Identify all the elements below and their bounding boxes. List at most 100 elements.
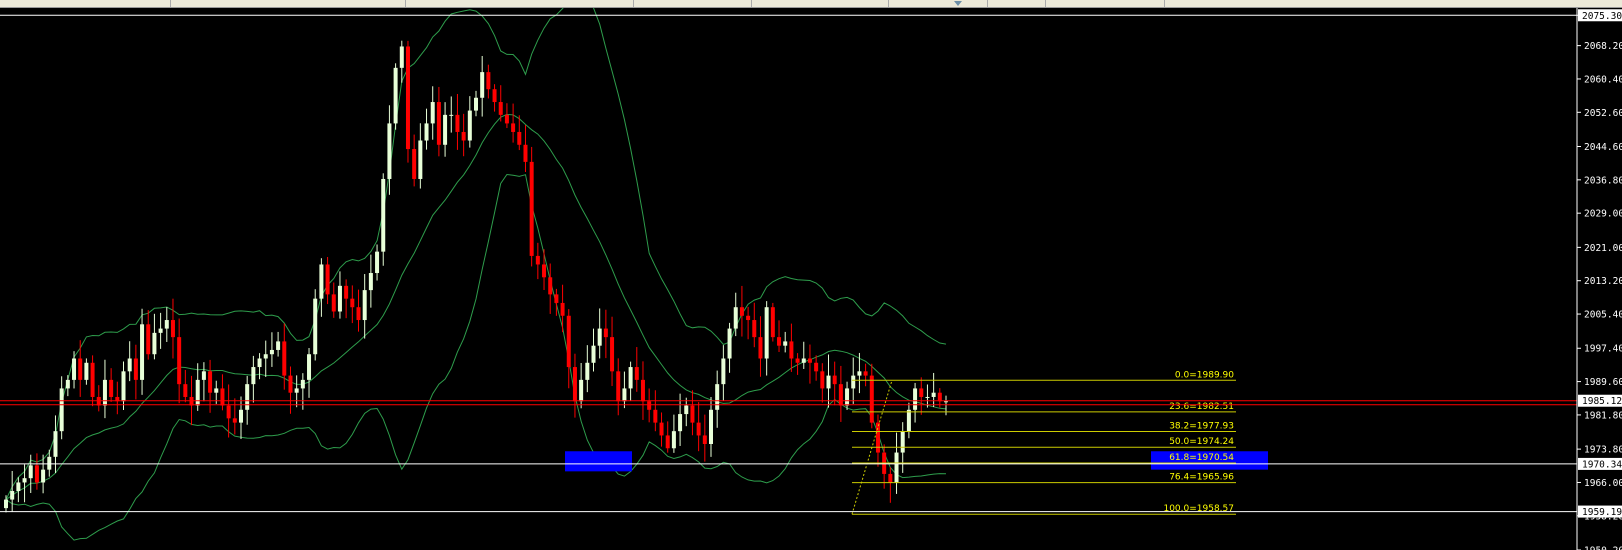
candle-bearish[interactable]: [659, 422, 664, 436]
candle-bullish[interactable]: [158, 328, 163, 333]
candle-bullish[interactable]: [387, 123, 392, 179]
candle-bearish[interactable]: [807, 358, 812, 363]
candle-bearish[interactable]: [554, 294, 559, 303]
candle-bearish[interactable]: [752, 320, 757, 338]
candle-bearish[interactable]: [690, 405, 695, 423]
candle-bullish[interactable]: [245, 384, 250, 410]
candle-bullish[interactable]: [10, 491, 15, 500]
candle-bullish[interactable]: [579, 379, 584, 402]
candle-bearish[interactable]: [610, 337, 615, 372]
candle-bullish[interactable]: [164, 320, 169, 329]
candle-bearish[interactable]: [832, 375, 837, 385]
candle-bearish[interactable]: [548, 277, 553, 295]
candle-bullish[interactable]: [269, 349, 274, 355]
candle-bearish[interactable]: [220, 388, 225, 406]
candle-bearish[interactable]: [325, 264, 330, 295]
candle-bullish[interactable]: [307, 354, 312, 380]
candle-bearish[interactable]: [665, 435, 670, 449]
candle-bullish[interactable]: [845, 388, 850, 406]
candle-bearish[interactable]: [170, 320, 175, 338]
candle-bullish[interactable]: [597, 328, 602, 346]
candle-bearish[interactable]: [183, 384, 188, 397]
candle-bearish[interactable]: [177, 337, 182, 385]
candle-bearish[interactable]: [517, 131, 522, 145]
candle-bullish[interactable]: [294, 388, 299, 393]
candle-bearish[interactable]: [208, 371, 213, 393]
candle-bearish[interactable]: [566, 315, 571, 368]
candle-bullish[interactable]: [41, 469, 46, 483]
candle-bearish[interactable]: [146, 324, 151, 355]
candle-bearish[interactable]: [603, 328, 608, 338]
candle-bearish[interactable]: [820, 371, 825, 389]
candle-bearish[interactable]: [455, 114, 460, 132]
candle-bearish[interactable]: [350, 298, 355, 308]
candle-bearish[interactable]: [777, 337, 782, 346]
candle-bullish[interactable]: [628, 367, 633, 389]
chart-shift-marker-icon[interactable]: [954, 1, 962, 6]
candle-bearish[interactable]: [282, 341, 287, 376]
candle-bearish[interactable]: [492, 89, 497, 103]
candle-bearish[interactable]: [814, 362, 819, 372]
candle-bullish[interactable]: [201, 371, 206, 380]
candle-bullish[interactable]: [319, 264, 324, 299]
candle-bullish[interactable]: [300, 379, 305, 389]
candle-bearish[interactable]: [739, 307, 744, 316]
candle-bearish[interactable]: [90, 362, 95, 397]
candle-bullish[interactable]: [195, 379, 200, 406]
candle-bearish[interactable]: [78, 358, 83, 380]
candle-bullish[interactable]: [585, 362, 590, 380]
candle-bullish[interactable]: [127, 358, 132, 372]
candle-bullish[interactable]: [251, 367, 256, 385]
candle-bearish[interactable]: [616, 371, 621, 402]
candle-bearish[interactable]: [412, 149, 417, 179]
candle-bullish[interactable]: [715, 384, 720, 410]
candle-bearish[interactable]: [331, 294, 336, 312]
candle-bullish[interactable]: [121, 371, 126, 402]
candle-bullish[interactable]: [16, 482, 21, 492]
candle-bullish[interactable]: [925, 396, 930, 398]
candle-bearish[interactable]: [498, 102, 503, 115]
candle-bullish[interactable]: [375, 251, 380, 274]
candle-bearish[interactable]: [461, 131, 466, 141]
candle-bullish[interactable]: [931, 392, 936, 397]
candle-bullish[interactable]: [28, 465, 33, 479]
candle-bullish[interactable]: [894, 452, 899, 483]
candle-bearish[interactable]: [647, 401, 652, 410]
candle-bullish[interactable]: [59, 388, 64, 432]
candle-bearish[interactable]: [702, 435, 707, 444]
candle-bullish[interactable]: [362, 290, 367, 321]
candle-bearish[interactable]: [770, 307, 775, 338]
candle-bullish[interactable]: [764, 307, 769, 359]
candle-bullish[interactable]: [47, 456, 52, 470]
candle-bearish[interactable]: [572, 367, 577, 402]
candle-bullish[interactable]: [381, 178, 386, 252]
candle-bullish[interactable]: [467, 110, 472, 141]
candle-bearish[interactable]: [875, 422, 880, 453]
candle-bearish[interactable]: [634, 367, 639, 380]
candle-bearish[interactable]: [405, 46, 410, 150]
candle-bearish[interactable]: [535, 255, 540, 265]
candle-bearish[interactable]: [133, 358, 138, 380]
candle-bullish[interactable]: [857, 371, 862, 376]
candle-bullish[interactable]: [418, 140, 423, 179]
candle-bullish[interactable]: [102, 379, 107, 406]
candle-bullish[interactable]: [900, 431, 905, 453]
candle-bearish[interactable]: [511, 123, 516, 132]
candle-bearish[interactable]: [838, 384, 843, 406]
candle-bullish[interactable]: [337, 285, 342, 312]
candle-bullish[interactable]: [313, 298, 318, 355]
candle-bullish[interactable]: [709, 409, 713, 444]
candle-bearish[interactable]: [34, 465, 39, 483]
candle-bearish[interactable]: [863, 371, 868, 376]
candle-bullish[interactable]: [678, 414, 683, 432]
candle-bullish[interactable]: [733, 307, 738, 329]
candle-bullish[interactable]: [84, 362, 89, 380]
candle-bearish[interactable]: [232, 418, 237, 423]
candle-bullish[interactable]: [22, 478, 27, 483]
candle-bullish[interactable]: [393, 67, 398, 124]
candle-bullish[interactable]: [622, 388, 627, 402]
candle-bullish[interactable]: [152, 332, 157, 355]
candle-bearish[interactable]: [758, 337, 763, 359]
candle-bearish[interactable]: [288, 375, 293, 393]
candle-bearish[interactable]: [226, 405, 231, 419]
